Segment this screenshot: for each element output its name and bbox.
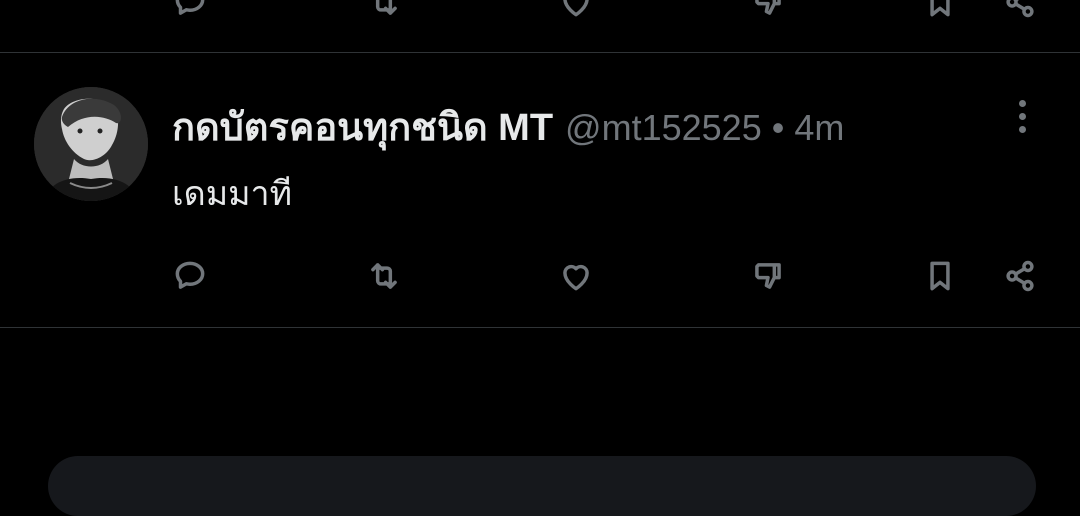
previous-tweet-actions bbox=[0, 0, 1080, 32]
tweet-actions bbox=[0, 246, 1080, 306]
more-options-icon[interactable] bbox=[1002, 96, 1042, 136]
avatar-image bbox=[34, 87, 148, 201]
divider-bottom bbox=[0, 327, 1080, 328]
reply-icon[interactable] bbox=[166, 252, 214, 300]
share-icon[interactable] bbox=[996, 252, 1044, 300]
dislike-icon[interactable] bbox=[744, 252, 792, 300]
like-icon[interactable] bbox=[552, 0, 600, 26]
tweet-text: เดมมาที bbox=[172, 175, 293, 213]
bookmark-icon[interactable] bbox=[916, 252, 964, 300]
share-icon[interactable] bbox=[996, 0, 1044, 26]
tweet-header: กดบัตรคอนทุกชนิด MT @mt152525 • 4m bbox=[172, 96, 844, 157]
timestamp[interactable]: 4m bbox=[794, 107, 844, 149]
reply-composer[interactable] bbox=[48, 456, 1036, 516]
divider-top bbox=[0, 52, 1080, 53]
retweet-icon[interactable] bbox=[360, 252, 408, 300]
retweet-icon[interactable] bbox=[360, 0, 408, 26]
reply-icon[interactable] bbox=[166, 0, 214, 26]
display-name[interactable]: กดบัตรคอนทุกชนิด MT bbox=[172, 96, 553, 157]
separator-dot: • bbox=[771, 107, 785, 148]
avatar[interactable] bbox=[34, 87, 148, 201]
like-icon[interactable] bbox=[552, 252, 600, 300]
bookmark-icon[interactable] bbox=[916, 0, 964, 26]
dislike-icon[interactable] bbox=[744, 0, 792, 26]
user-handle[interactable]: @mt152525 bbox=[565, 107, 762, 149]
